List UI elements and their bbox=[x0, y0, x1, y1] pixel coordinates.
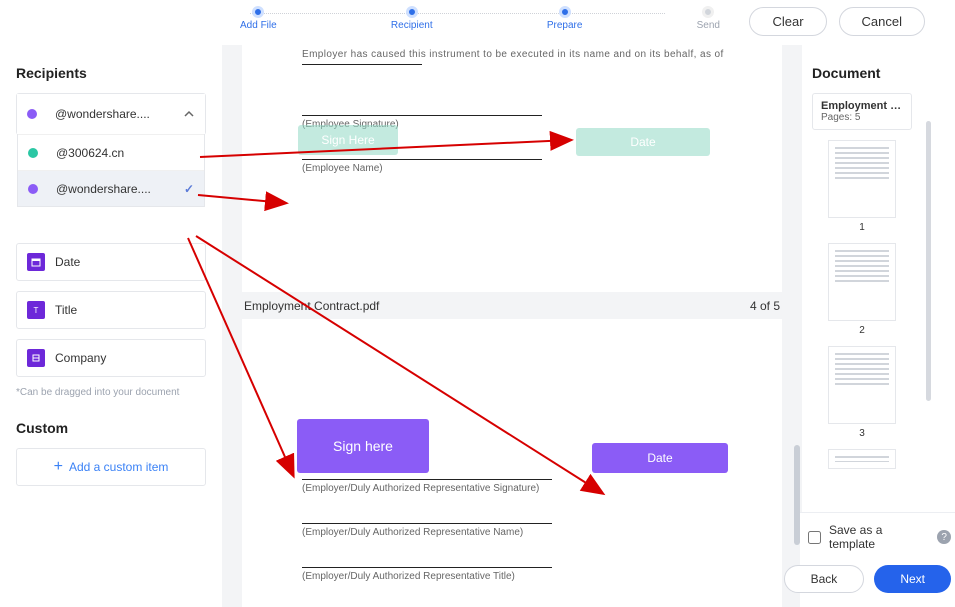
recipient-option[interactable]: @wondershare.... ✓ bbox=[18, 170, 204, 206]
chip-label: Date bbox=[55, 255, 80, 269]
date-tag[interactable]: Date bbox=[592, 443, 728, 473]
page-thumbnail[interactable] bbox=[828, 346, 896, 424]
custom-heading: Custom bbox=[16, 420, 206, 436]
step-label: Prepare bbox=[547, 20, 583, 31]
recipient-dropdown: @300624.cn @wondershare.... ✓ bbox=[17, 134, 205, 207]
add-custom-button[interactable]: + Add a custom item bbox=[16, 448, 206, 486]
color-dot-icon bbox=[28, 184, 38, 194]
page-thumbnails: 1 2 3 bbox=[812, 140, 912, 469]
svg-text:T: T bbox=[34, 306, 39, 315]
chip-label: Title bbox=[55, 303, 77, 317]
date-tag[interactable]: Date bbox=[576, 128, 710, 156]
date-icon bbox=[27, 253, 45, 271]
left-panel: Recipients @wondershare.... @300624.cn @… bbox=[0, 45, 220, 486]
step-add-file[interactable]: Add File bbox=[240, 6, 277, 31]
page-thumbnail[interactable] bbox=[828, 243, 896, 321]
field-chip-title[interactable]: T Title bbox=[16, 291, 206, 329]
step-dot-icon bbox=[252, 6, 264, 18]
step-recipient[interactable]: Recipient bbox=[391, 6, 433, 31]
color-dot-icon bbox=[28, 148, 38, 158]
help-icon[interactable]: ? bbox=[937, 530, 951, 544]
employer-name-label: (Employer/Duly Authorized Representative… bbox=[302, 527, 523, 538]
recipient-label: @wondershare.... bbox=[55, 107, 150, 121]
page-thumbnail[interactable] bbox=[828, 140, 896, 218]
right-footer: Save as a template ? Back Next bbox=[800, 512, 955, 607]
doc-text: Employer has caused this instrument to b… bbox=[302, 49, 742, 60]
recipient-option-label: @300624.cn bbox=[56, 146, 124, 160]
recipient-option-label: @wondershare.... bbox=[56, 182, 151, 196]
step-dot-icon bbox=[406, 6, 418, 18]
check-icon: ✓ bbox=[184, 182, 194, 196]
name-label: (Employee Name) bbox=[302, 163, 383, 174]
title-icon: T bbox=[27, 301, 45, 319]
step-prepare[interactable]: Prepare bbox=[547, 6, 583, 31]
step-dot-icon bbox=[559, 6, 571, 18]
drag-helper-text: *Can be dragged into your document bbox=[16, 387, 206, 398]
document-page-3[interactable]: Employer has caused this instrument to b… bbox=[242, 45, 782, 292]
field-chip-date[interactable]: Date bbox=[16, 243, 206, 281]
page-thumbnail[interactable] bbox=[828, 449, 896, 469]
save-template-label: Save as a template bbox=[829, 523, 929, 551]
next-button[interactable]: Next bbox=[874, 565, 951, 593]
right-panel: Document Employment Cont... Pages: 5 1 2… bbox=[802, 45, 955, 607]
document-filename: Employment Contract.pdf bbox=[244, 299, 379, 313]
thumb-page-number: 1 bbox=[812, 222, 912, 233]
document-heading: Document bbox=[812, 65, 947, 81]
clear-button[interactable]: Clear bbox=[749, 7, 826, 36]
step-label: Add File bbox=[240, 20, 277, 31]
tag-label: Date bbox=[647, 451, 672, 465]
tag-label: Date bbox=[630, 135, 655, 149]
step-send[interactable]: Send bbox=[697, 6, 720, 31]
step-label: Send bbox=[697, 20, 720, 31]
chip-label: Company bbox=[55, 351, 106, 365]
document-info[interactable]: Employment Cont... Pages: 5 bbox=[812, 93, 912, 130]
recipient-option[interactable]: @300624.cn bbox=[18, 134, 204, 170]
tag-label: Sign here bbox=[333, 438, 393, 454]
sign-here-tag[interactable]: Sign here bbox=[297, 419, 429, 473]
document-pages: Pages: 5 bbox=[821, 112, 903, 123]
plus-icon: + bbox=[54, 458, 63, 476]
add-custom-label: Add a custom item bbox=[69, 460, 168, 474]
employer-title-label: (Employer/Duly Authorized Representative… bbox=[302, 571, 515, 582]
progress-stepper: Add File Recipient Prepare Send Clear Ca… bbox=[0, 0, 955, 45]
stepper-line bbox=[250, 13, 665, 14]
cancel-button[interactable]: Cancel bbox=[839, 7, 925, 36]
back-button[interactable]: Back bbox=[784, 565, 865, 593]
page-indicator: 4 of 5 bbox=[750, 299, 780, 313]
employer-signature-label: (Employer/Duly Authorized Representative… bbox=[302, 483, 539, 494]
thumb-page-number: 2 bbox=[812, 325, 912, 336]
chevron-up-icon bbox=[183, 108, 195, 120]
save-template-checkbox[interactable] bbox=[808, 531, 821, 544]
step-dot-icon bbox=[702, 6, 714, 18]
tag-label: Sign Here bbox=[321, 133, 374, 147]
scrollbar-thumb[interactable] bbox=[926, 121, 931, 401]
recipient-selected[interactable]: @wondershare.... bbox=[17, 94, 205, 134]
document-page-4[interactable]: Sign here Date (Employer/Duly Authorized… bbox=[242, 319, 782, 607]
field-chip-company[interactable]: Company bbox=[16, 339, 206, 377]
color-dot-icon bbox=[27, 109, 37, 119]
thumb-page-number: 3 bbox=[812, 428, 912, 439]
document-canvas[interactable]: Employer has caused this instrument to b… bbox=[222, 45, 802, 607]
sign-here-tag[interactable]: Sign Here bbox=[298, 125, 398, 155]
document-name: Employment Cont... bbox=[821, 100, 903, 112]
recipients-heading: Recipients bbox=[16, 65, 206, 81]
step-label: Recipient bbox=[391, 20, 433, 31]
company-icon bbox=[27, 349, 45, 367]
recipient-selector[interactable]: @wondershare.... @300624.cn @wondershare… bbox=[16, 93, 206, 135]
